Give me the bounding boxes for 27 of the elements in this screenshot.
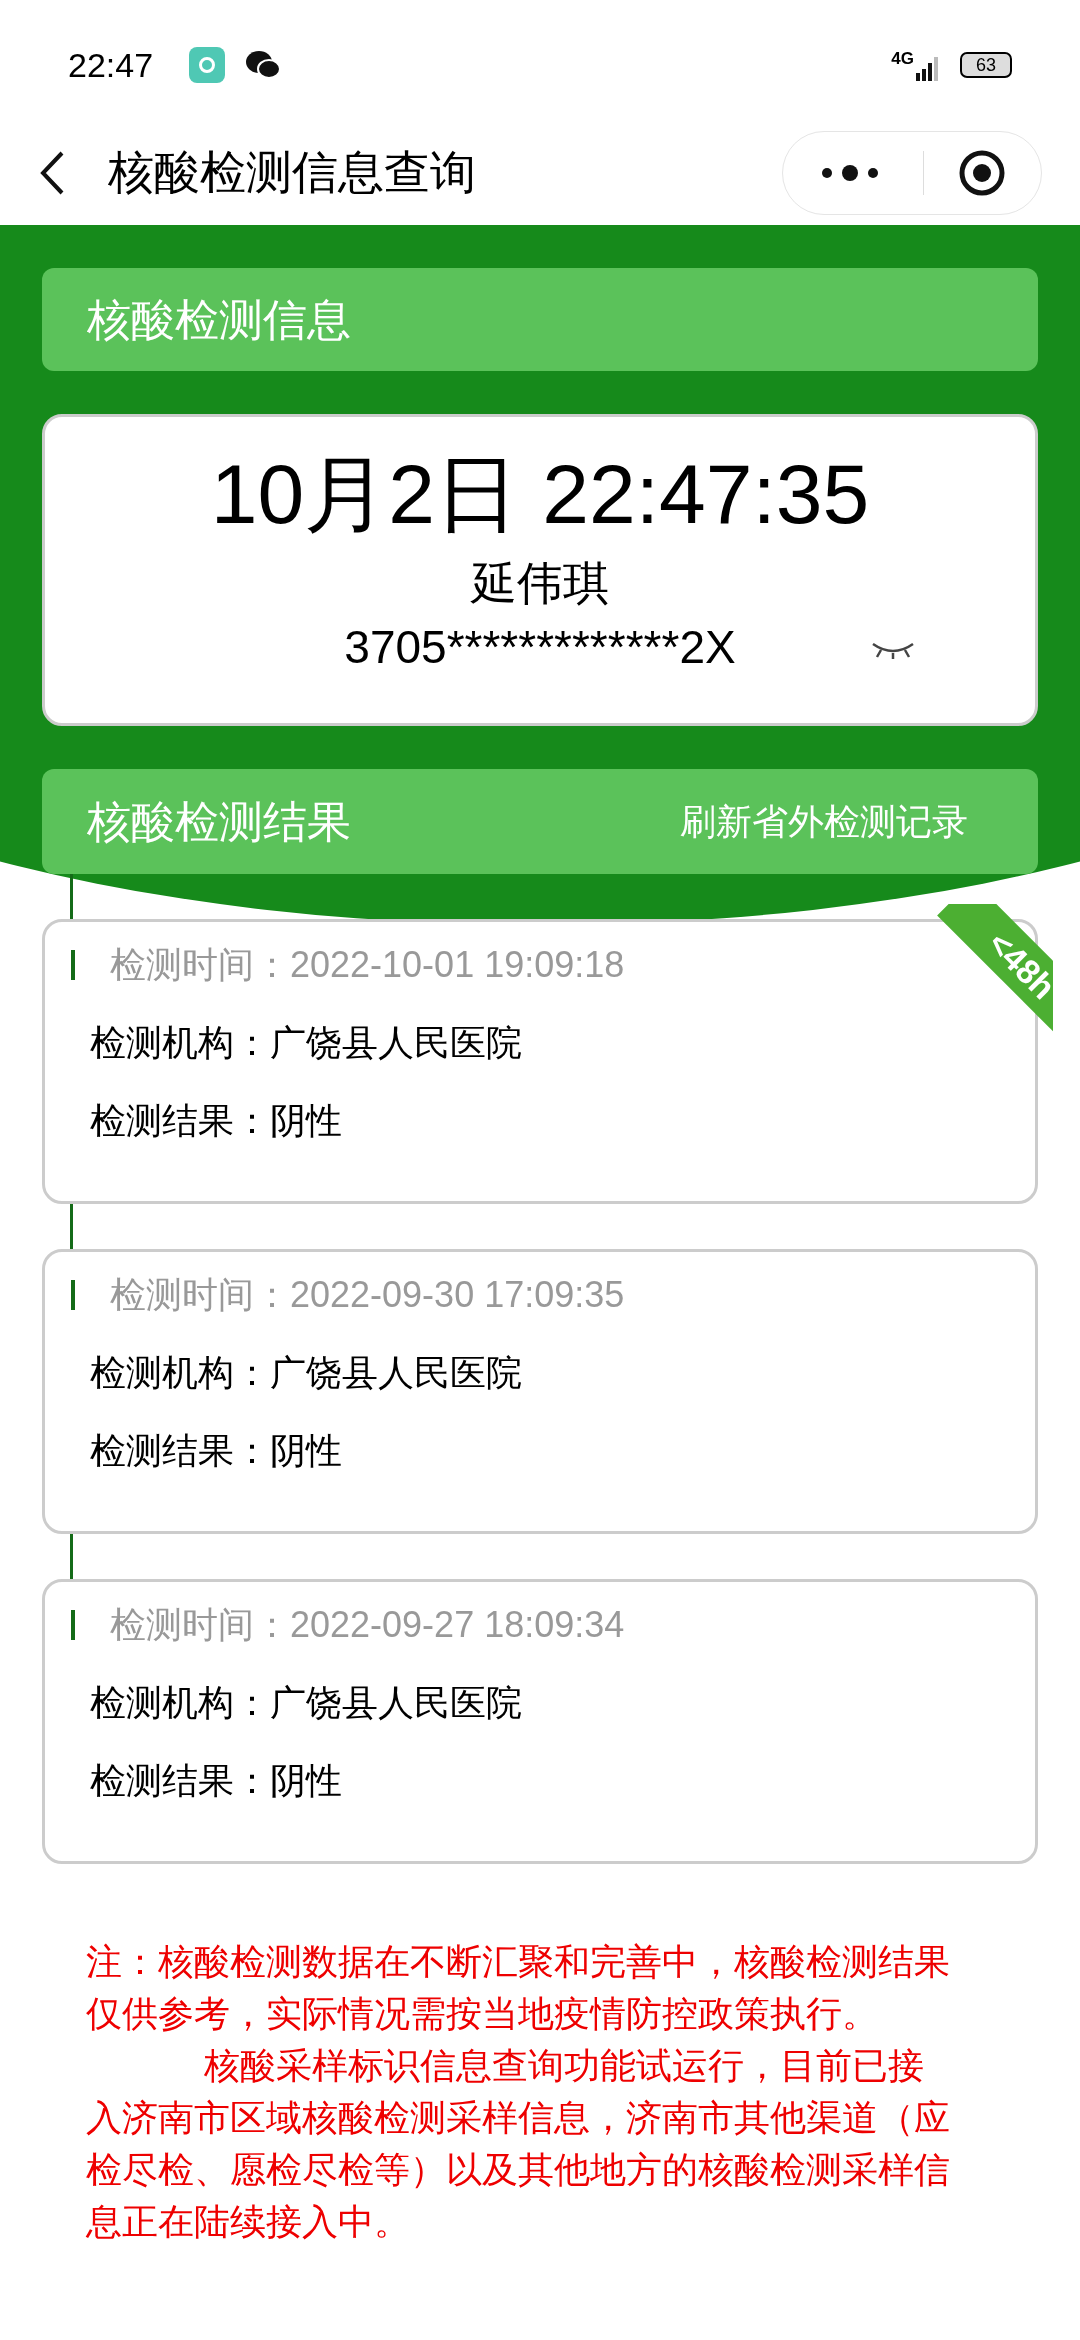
signal-icon <box>916 56 940 81</box>
test-institution: 检测机构：广饶县人民医院 <box>90 1021 523 1065</box>
id-number: 3705*************2X <box>344 620 736 675</box>
person-name: 延伟琪 <box>471 556 609 611</box>
notice-text: 注：核酸检测数据在不断汇聚和完善中，核酸检测结果仅供参考，实际情况需按当地疫情防控政策执行。 <box>86 1940 951 2036</box>
page-title: 核酸检测信息查询 <box>108 145 476 200</box>
closed-eye-icon[interactable] <box>871 640 915 660</box>
close-target-icon[interactable] <box>958 148 1006 197</box>
section-title: 核酸检测信息 <box>87 293 351 346</box>
app-icon <box>189 47 226 83</box>
battery-indicator: 63 <box>960 52 1012 78</box>
test-result: 检测结果：阴性 <box>90 1429 343 1473</box>
back-icon[interactable] <box>40 150 64 195</box>
test-institution: 检测机构：广饶县人民医院 <box>90 1351 523 1395</box>
notice-text: 核酸采样标识信息查询功能试运行，目前已接入济南市区域核酸检测采样信息，济南市其他渠道（应检尽检、愿检尽检等）以及其他地方的核酸检测采样信息正在陆续接入中。 <box>86 2044 951 2244</box>
test-institution: 检测机构：广饶县人民医院 <box>90 1681 523 1725</box>
status-time: 22:47 <box>68 44 154 86</box>
test-time: 检测时间：2022-09-30 17:09:35 <box>110 1273 625 1317</box>
test-result: 检测结果：阴性 <box>90 1759 343 1803</box>
test-time: 检测时间：2022-10-01 19:09:18 <box>110 943 625 987</box>
test-time: 检测时间：2022-09-27 18:09:34 <box>110 1603 625 1647</box>
datetime: 10月2日 22:47:35 <box>210 446 870 543</box>
network-label: 4G <box>891 49 914 67</box>
test-result: 检测结果：阴性 <box>90 1099 343 1143</box>
refresh-link[interactable]: 刷新省外检测记录 <box>680 794 968 849</box>
more-icon[interactable] <box>821 164 879 181</box>
section-title: 核酸检测结果 <box>87 795 351 848</box>
